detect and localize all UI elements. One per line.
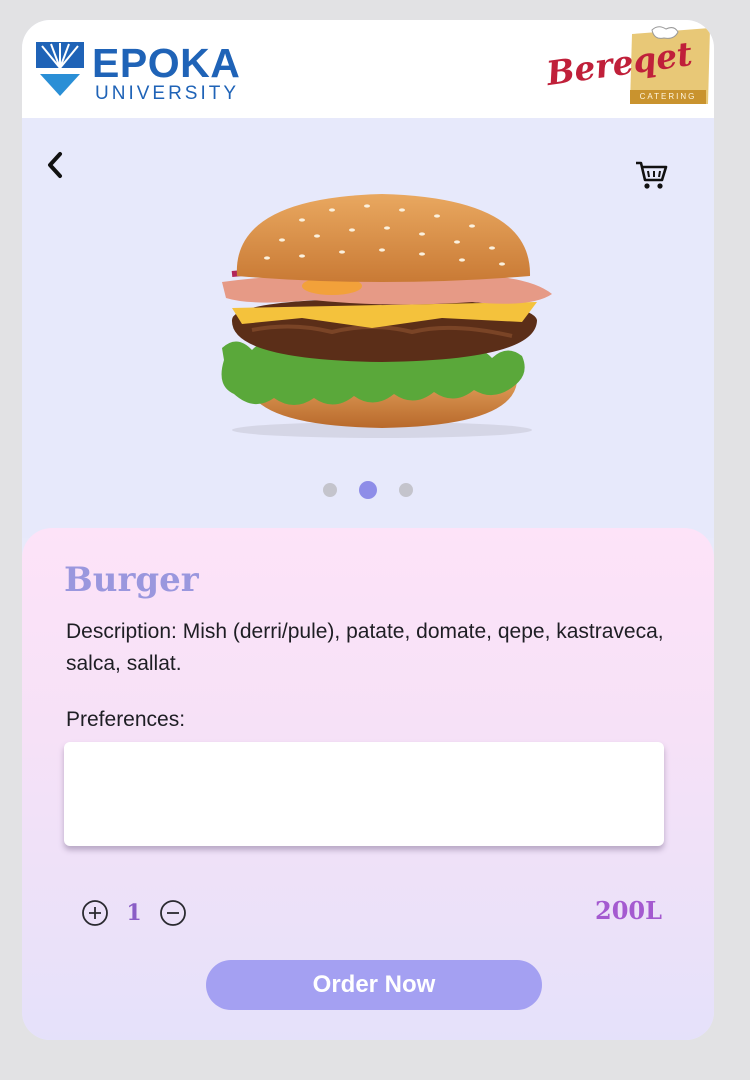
gallery-pagination — [22, 480, 714, 500]
quantity-value: 1 — [126, 900, 142, 926]
header: EPOKA UNIVERSITY Bereqet CATERING — [22, 20, 714, 118]
bereqet-subtitle: CATERING — [630, 90, 706, 104]
preferences-input[interactable] — [64, 742, 664, 846]
minus-circle-icon — [160, 900, 186, 926]
burger-image — [221, 194, 552, 438]
epoka-subtitle: UNIVERSITY — [95, 83, 240, 104]
quantity-stepper: 1 — [80, 898, 188, 928]
cart-icon — [636, 161, 668, 189]
pagination-dot[interactable] — [399, 483, 413, 497]
increase-quantity-button[interactable] — [80, 898, 110, 928]
pagination-dot-active[interactable] — [359, 481, 377, 499]
app-screen: EPOKA UNIVERSITY Bereqet CATERING Burger… — [22, 20, 714, 1040]
order-now-button[interactable]: Order Now — [206, 960, 542, 1010]
product-gallery — [22, 118, 714, 538]
decrease-quantity-button[interactable] — [158, 898, 188, 928]
product-price: 200L — [595, 896, 662, 925]
back-button[interactable] — [40, 148, 70, 182]
cart-button[interactable] — [634, 158, 670, 192]
product-description: Description: Mish (derri/pule), patate, … — [66, 620, 664, 675]
product-details: Burger Description: Mish (derri/pule), p… — [22, 528, 714, 1040]
chevron-left-icon — [48, 152, 62, 178]
plus-circle-icon — [82, 900, 108, 926]
pagination-dot[interactable] — [323, 483, 337, 497]
bereqet-logo: Bereqet CATERING — [542, 26, 712, 112]
epoka-logo: EPOKA UNIVERSITY — [34, 40, 240, 104]
epoka-name: EPOKA — [92, 40, 241, 86]
preferences-label: Preferences: — [66, 708, 186, 731]
epoka-emblem-icon — [36, 42, 84, 96]
product-title: Burger — [64, 560, 199, 600]
